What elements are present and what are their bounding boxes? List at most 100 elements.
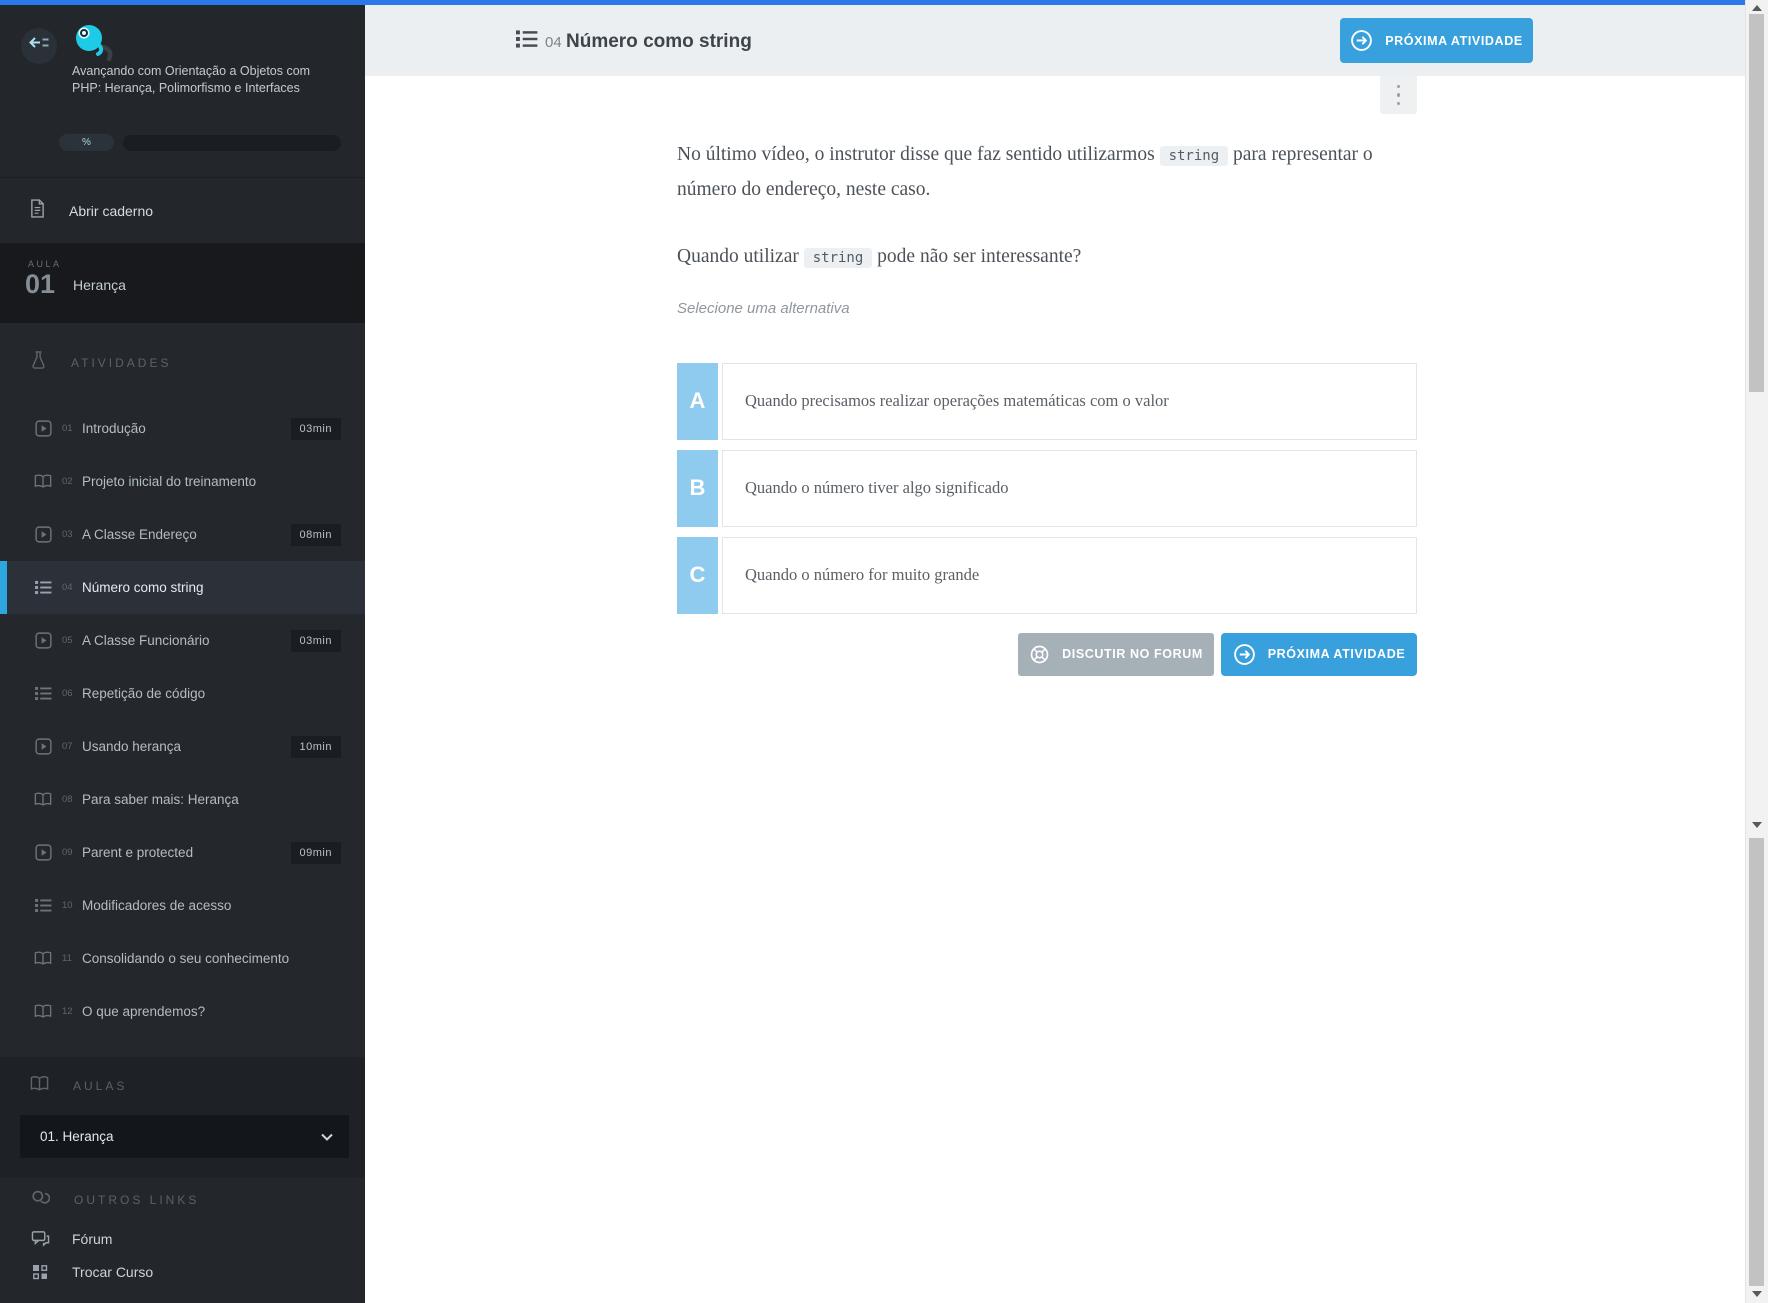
change-course-label: Trocar Curso bbox=[72, 1263, 154, 1280]
change-course-link[interactable]: Trocar Curso bbox=[0, 1255, 365, 1288]
activity-label: A Classe Funcionário bbox=[82, 633, 210, 648]
alternative-c[interactable]: C Quando o número for muito grande bbox=[677, 536, 1417, 614]
activity-options-menu-button[interactable] bbox=[1380, 76, 1417, 114]
next-activity-button-top[interactable]: PRÓXIMA ATIVIDADE bbox=[1340, 18, 1533, 63]
question-area: No último vídeo, o instrutor disse que f… bbox=[677, 118, 1417, 676]
activity-label: Repetição de código bbox=[82, 686, 206, 701]
flask-icon bbox=[30, 350, 47, 375]
lesson-kicker: AULA bbox=[28, 259, 62, 269]
progress-bar bbox=[123, 134, 341, 151]
scrollbar-thumb-inner[interactable] bbox=[1749, 14, 1764, 392]
forum-link[interactable]: Fórum bbox=[0, 1222, 365, 1255]
video-icon bbox=[33, 420, 53, 437]
quiz-list-icon bbox=[33, 686, 53, 701]
activity-item-05[interactable]: 05 A Classe Funcionário 03min bbox=[0, 614, 365, 667]
forum-label: Fórum bbox=[72, 1230, 113, 1247]
current-lesson-banner: AULA 01 Herança bbox=[0, 243, 365, 323]
activity-item-04-active[interactable]: 04 Número como string bbox=[0, 561, 365, 614]
lesson-number: 01 bbox=[25, 269, 56, 299]
discuss-forum-label: DISCUTIR NO FORUM bbox=[1062, 647, 1203, 661]
quiz-list-icon bbox=[516, 29, 538, 54]
activity-label: Projeto inicial do treinamento bbox=[82, 474, 257, 489]
quiz-list-icon bbox=[33, 580, 53, 595]
activity-item-09[interactable]: 09 Parent e protected 09min bbox=[0, 826, 365, 879]
activity-item-01[interactable]: 01 Introdução 03min bbox=[0, 402, 365, 455]
quiz-list-icon bbox=[33, 898, 53, 913]
question-paragraph-1: No último vídeo, o instrutor disse que f… bbox=[677, 138, 1417, 206]
video-icon bbox=[33, 844, 53, 861]
duration-badge: 10min bbox=[290, 735, 341, 758]
activity-number: 06 bbox=[62, 688, 73, 699]
video-icon bbox=[33, 526, 53, 543]
activity-item-08[interactable]: 08 Para saber mais: Herança bbox=[0, 773, 365, 826]
activity-header-number: 04 bbox=[545, 34, 562, 51]
duration-badge: 03min bbox=[290, 417, 341, 440]
activity-number: 02 bbox=[62, 476, 73, 487]
alternative-letter: A bbox=[677, 362, 718, 440]
scroll-up-arrow-icon[interactable] bbox=[1752, 5, 1762, 11]
scrollbar-thumb-outer[interactable] bbox=[1749, 838, 1764, 1286]
activity-number: 04 bbox=[62, 582, 73, 593]
duration-badge: 08min bbox=[290, 523, 341, 546]
activity-item-11[interactable]: 11 Consolidando o seu conhecimento bbox=[0, 932, 365, 985]
aula-select-dropdown[interactable]: 01. Herança bbox=[20, 1115, 349, 1158]
activity-item-07[interactable]: 07 Usando herança 10min bbox=[0, 720, 365, 773]
top-accent-line bbox=[0, 0, 1768, 5]
select-alternative-hint: Selecione uma alternativa bbox=[677, 299, 850, 317]
link-icon bbox=[30, 1189, 51, 1212]
book-icon bbox=[33, 792, 53, 807]
video-icon bbox=[33, 738, 53, 755]
next-activity-label: PRÓXIMA ATIVIDADE bbox=[1385, 33, 1523, 48]
scroll-down-arrow-icon[interactable] bbox=[1752, 1291, 1762, 1297]
next-activity-button-bottom[interactable]: PRÓXIMA ATIVIDADE bbox=[1221, 632, 1417, 676]
activity-label: Modificadores de acesso bbox=[82, 898, 232, 913]
activity-item-10[interactable]: 10 Modificadores de acesso bbox=[0, 879, 365, 932]
aula-select-value: 01. Herança bbox=[40, 1129, 114, 1144]
duration-badge: 03min bbox=[290, 629, 341, 652]
open-book-icon bbox=[30, 1075, 49, 1097]
progress-percent-pill: % bbox=[59, 134, 114, 151]
inline-code: string bbox=[1159, 145, 1229, 166]
activity-item-12[interactable]: 12 O que aprendemos? bbox=[0, 985, 365, 1038]
kebab-icon bbox=[1396, 82, 1401, 108]
activities-section-header: ATIVIDADES bbox=[0, 323, 365, 402]
activity-item-02[interactable]: 02 Projeto inicial do treinamento bbox=[0, 455, 365, 508]
book-icon bbox=[33, 1004, 53, 1019]
duration-badge: 09min bbox=[290, 841, 341, 864]
discuss-forum-button[interactable]: DISCUTIR NO FORUM bbox=[1018, 632, 1214, 676]
course-title: Avançando com Orientação a Objetos com P… bbox=[72, 64, 311, 95]
activity-item-03[interactable]: 03 A Classe Endereço 08min bbox=[0, 508, 365, 561]
alternatives-list: A Quando precisamos realizar operações m… bbox=[677, 362, 1417, 614]
circle-arrow-right-icon bbox=[1350, 29, 1373, 52]
other-links-label: OUTROS LINKS bbox=[74, 1193, 200, 1207]
alternative-letter: B bbox=[677, 449, 718, 527]
sidebar-header: Avançando com Orientação a Objetos com P… bbox=[0, 5, 365, 177]
activity-number: 10 bbox=[62, 900, 73, 911]
activities-section: ATIVIDADES 01 Introdução 03min 02 Projet… bbox=[0, 323, 365, 1057]
notebook-icon bbox=[30, 199, 45, 223]
alternative-text: Quando precisamos realizar operações mat… bbox=[722, 362, 1417, 440]
activity-header-title: Número como string bbox=[566, 31, 752, 52]
question-actions: DISCUTIR NO FORUM PRÓXIMA ATIVIDADE bbox=[677, 632, 1417, 676]
question-text: Quando utilizar bbox=[677, 245, 804, 267]
activity-label: O que aprendemos? bbox=[82, 1004, 206, 1019]
inline-code: string bbox=[803, 247, 873, 268]
alternative-b[interactable]: B Quando o número tiver algo significado bbox=[677, 449, 1417, 527]
circle-arrow-right-icon bbox=[1233, 643, 1256, 666]
activity-label: Número como string bbox=[82, 580, 204, 595]
scrollbar[interactable] bbox=[1745, 0, 1768, 1303]
activity-item-06[interactable]: 06 Repetição de código bbox=[0, 667, 365, 720]
scroll-down-arrow-icon[interactable] bbox=[1752, 822, 1762, 828]
activity-number: 12 bbox=[62, 1006, 73, 1017]
book-icon bbox=[33, 474, 53, 489]
chevron-down-icon bbox=[321, 1133, 333, 1141]
aulas-section-label: AULAS bbox=[73, 1079, 128, 1093]
collapse-sidebar-button[interactable] bbox=[21, 28, 57, 64]
alternative-a[interactable]: A Quando precisamos realizar operações m… bbox=[677, 362, 1417, 440]
other-links-section: OUTROS LINKS Fórum Trocar Curso bbox=[0, 1178, 365, 1303]
aulas-section: AULAS 01. Herança bbox=[0, 1057, 365, 1178]
activity-number: 05 bbox=[62, 635, 73, 646]
open-notebook-button[interactable]: Abrir caderno bbox=[0, 177, 365, 244]
open-notebook-label: Abrir caderno bbox=[69, 203, 154, 219]
activity-number: 09 bbox=[62, 847, 73, 858]
